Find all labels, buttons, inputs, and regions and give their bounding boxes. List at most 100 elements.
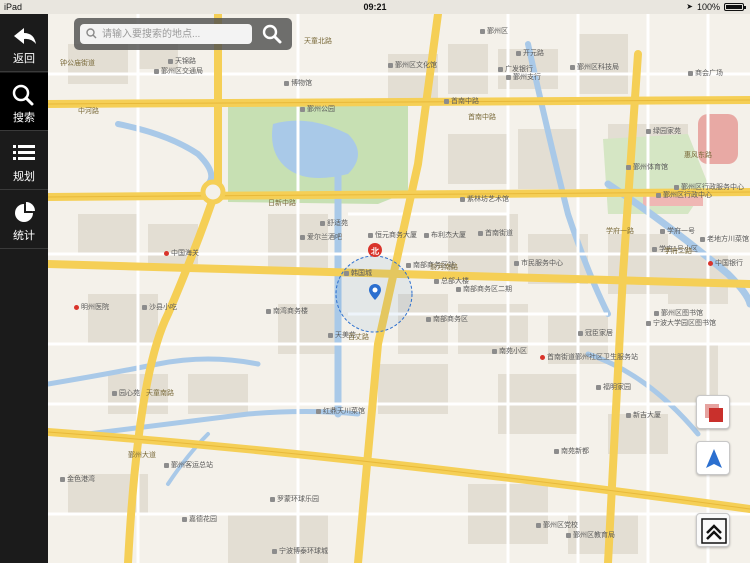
sidebar-item-stats[interactable]: 统计 [0, 191, 48, 249]
map-poi-label[interactable]: 鄞州客运总站 [164, 462, 213, 470]
map-poi-label[interactable]: 总部大楼 [434, 278, 469, 286]
poi-name: 学府一号 [667, 228, 695, 235]
map-canvas [48, 14, 750, 563]
poi-marker-icon [112, 390, 117, 396]
map-poi-label[interactable]: 绿园家苑 [646, 128, 681, 136]
poi-name: 福明家园 [603, 384, 631, 391]
map-poi-label[interactable]: 罗蒙环球乐园 [270, 496, 319, 504]
map-poi-label[interactable]: 博物馆 [284, 80, 312, 88]
poi-name: 鄞州区教育局 [573, 532, 615, 539]
road-name-label: 天童南路 [146, 390, 174, 397]
map-poi-label[interactable]: 广发银行 [498, 66, 533, 74]
map-poi-label[interactable]: 舒适苑 [320, 220, 348, 228]
poi-marker-icon [566, 532, 571, 538]
map-view[interactable]: 北 博物馆 鄞州区交通局 天锦路 鄞州公园 鄞州区文化馆 鄞州区科技局 广发银行 鄞州支行 鄞州… [48, 14, 750, 563]
poi-marker-icon [182, 516, 187, 522]
map-poi-label[interactable]: 鄞州区交通局 [154, 68, 203, 76]
poi-marker-icon [300, 106, 305, 112]
map-poi-label[interactable]: 首南街道鄞州社区卫生服务站 [540, 354, 638, 362]
map-poi-label[interactable]: 鄞州区图书馆 [654, 310, 703, 318]
search-input[interactable] [102, 26, 248, 42]
map-poi-label[interactable]: 鄞州区行政服务中心 [674, 184, 744, 192]
map-poi-label[interactable]: 老地方川菜馆 [700, 236, 749, 244]
map-poi-label[interactable]: 鄞州公园 [300, 106, 335, 114]
poi-name: 南部商务区二期 [463, 286, 512, 293]
map-poi-label[interactable]: 南部商务区 [426, 316, 468, 324]
poi-name: 广发银行 [505, 66, 533, 73]
poi-name: 首南中路 [451, 98, 479, 105]
map-poi-label[interactable]: 开元路 [516, 50, 544, 58]
map-poi-label[interactable]: 福明家园 [596, 384, 631, 392]
poi-marker-icon [426, 316, 431, 322]
poi-name: 天锦路 [175, 58, 196, 65]
map-poi-label[interactable]: 南部商务区二期 [456, 286, 512, 294]
poi-marker-icon [516, 50, 521, 56]
layers-button[interactable] [696, 395, 730, 429]
poi-name: 宁波博泰环球城 [279, 548, 328, 555]
poi-name: 南湾商务楼 [273, 308, 308, 315]
poi-marker-icon [74, 304, 79, 310]
poi-marker-icon [368, 232, 373, 238]
map-poi-label[interactable]: 学府一号 [660, 228, 695, 236]
poi-marker-icon [656, 192, 661, 198]
map-poi-label[interactable]: 新吉大厦 [626, 412, 661, 420]
user-location-pin[interactable] [369, 284, 381, 300]
poi-marker-icon [660, 228, 665, 234]
poi-marker-icon [164, 250, 169, 256]
map-poi-label[interactable]: 鄞州区党校 [536, 522, 578, 530]
locate-button[interactable] [696, 441, 730, 475]
poi-name: 老地方川菜馆 [707, 236, 749, 243]
poi-name: 鄞州区行政服务中心 [681, 184, 744, 191]
map-poi-label[interactable]: 宁波博泰环球城 [272, 548, 328, 556]
poi-marker-icon [316, 408, 321, 414]
map-poi-label[interactable]: 鄞州体育馆 [626, 164, 668, 172]
poi-marker-icon [596, 384, 601, 390]
scroll-top-button[interactable] [696, 513, 730, 547]
map-poi-label[interactable]: 鄞州区科技局 [570, 64, 619, 72]
map-poi-label[interactable]: 韩国城 [344, 270, 372, 278]
map-poi-label[interactable]: 金色港湾 [60, 476, 95, 484]
map-poi-label[interactable]: 首南街道 [478, 230, 513, 238]
sidebar-item-back[interactable]: 返回 [0, 14, 48, 72]
search-field[interactable] [80, 24, 252, 44]
map-poi-label[interactable]: 中国海关 [164, 250, 199, 258]
search-field-icon [86, 28, 97, 39]
poi-name: 鄞州区文化馆 [395, 62, 437, 69]
map-poi-label[interactable]: 鄞州区教育局 [566, 532, 615, 540]
map-poi-label[interactable]: 鄞州支行 [506, 74, 541, 82]
map-poi-label[interactable]: 冠臣家居 [578, 330, 613, 338]
map-poi-label[interactable]: 中国银行 [708, 260, 743, 268]
poi-marker-icon [424, 232, 429, 238]
map-poi-label[interactable]: 宁波大学园区图书馆 [646, 320, 716, 328]
poi-name: 宁波大学园区图书馆 [653, 320, 716, 327]
map-poi-label[interactable]: 南苑小区 [492, 348, 527, 356]
map-poi-label[interactable]: 鄞州区文化馆 [388, 62, 437, 70]
map-poi-label[interactable]: 沙县小吃 [142, 304, 177, 312]
map-poi-label[interactable]: 南湾商务楼 [266, 308, 308, 316]
map-poi-label[interactable]: 恒元商务大厦 [368, 232, 417, 240]
sidebar-item-plan[interactable]: 规划 [0, 132, 48, 190]
sidebar-item-search[interactable]: 搜索 [0, 73, 48, 131]
north-compass-marker: 北 [368, 243, 382, 257]
map-poi-label[interactable]: 嘉德花园 [182, 516, 217, 524]
map-poi-label[interactable]: 天锦路 [168, 58, 196, 66]
map-poi-label[interactable]: 园心苑 [112, 390, 140, 398]
map-poi-label[interactable]: 市民服务中心 [514, 260, 563, 268]
search-button[interactable] [258, 21, 286, 47]
map-poi-label[interactable]: 鄞州区行政中心 [656, 192, 712, 200]
map-poi-label[interactable]: 紫林坊艺术馆 [460, 196, 509, 204]
poi-name: 布利杰大厦 [431, 232, 466, 239]
map-poi-label[interactable]: 布利杰大厦 [424, 232, 466, 240]
map-poi-label[interactable]: 明州医院 [74, 304, 109, 312]
map-poi-label[interactable]: 爱尔兰酒吧 [300, 234, 342, 242]
map-poi-label[interactable]: 南苑新都 [554, 448, 589, 456]
map-poi-label[interactable]: 鄞州区 [480, 28, 508, 36]
sidebar-item-label: 搜索 [13, 112, 35, 124]
poi-marker-icon [700, 236, 705, 242]
map-poi-label[interactable]: 红鼎天川菜馆 [316, 408, 365, 416]
poi-marker-icon [164, 462, 169, 468]
map-poi-label[interactable]: 商会广场 [688, 70, 723, 78]
map-poi-label[interactable]: 首南中路 [444, 98, 479, 106]
poi-marker-icon [514, 260, 519, 266]
road-name-label: 百丈路 [348, 334, 369, 341]
